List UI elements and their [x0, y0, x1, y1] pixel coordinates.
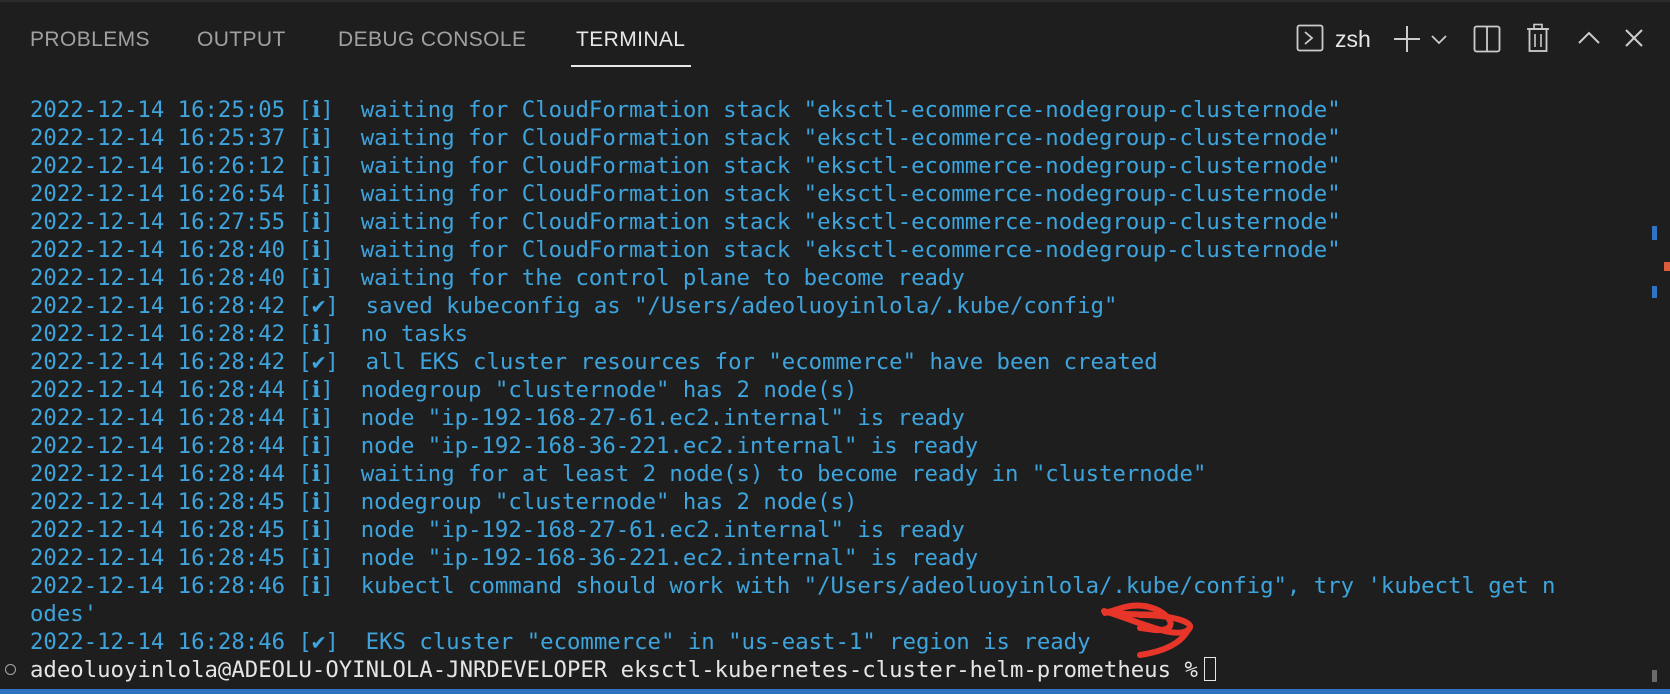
terminal-line: 2022-12-14 16:28:44 [ℹ] nodegroup "clust…	[30, 377, 858, 403]
terminal-line: 2022-12-14 16:28:40 [ℹ] waiting for the …	[30, 265, 965, 291]
terminal-line-continuation: odes'	[30, 601, 98, 627]
tab-terminal[interactable]: TERMINAL	[576, 28, 685, 52]
close-icon[interactable]	[1624, 28, 1644, 48]
terminal-line: 2022-12-14 16:28:42 [✔] all EKS cluster …	[30, 349, 1158, 375]
tab-output[interactable]: OUTPUT	[197, 28, 286, 52]
chevron-up-icon[interactable]	[1578, 31, 1600, 45]
terminal-line: 2022-12-14 16:28:40 [ℹ] waiting for Clou…	[30, 237, 1341, 263]
terminal-line: 2022-12-14 16:25:37 [ℹ] waiting for Clou…	[30, 125, 1341, 151]
status-bar	[0, 689, 1670, 694]
terminal-line: 2022-12-14 16:28:44 [ℹ] waiting for at l…	[30, 461, 1207, 487]
active-tab-indicator	[571, 65, 691, 67]
scrollbar-marker	[1652, 226, 1657, 240]
terminal-line: 2022-12-14 16:25:05 [ℹ] waiting for Clou…	[30, 97, 1341, 123]
terminal-line: 2022-12-14 16:28:44 [ℹ] node "ip-192-168…	[30, 433, 979, 459]
terminal-cursor	[1203, 657, 1216, 681]
terminal-line: 2022-12-14 16:28:42 [✔] saved kubeconfig…	[30, 293, 1118, 319]
terminal-line: 2022-12-14 16:28:42 [ℹ] no tasks	[30, 321, 469, 347]
chevron-down-icon[interactable]	[1431, 34, 1447, 46]
plus-icon[interactable]	[1392, 24, 1422, 54]
terminal-line: 2022-12-14 16:28:44 [ℹ] node "ip-192-168…	[30, 405, 965, 431]
terminal-line: 2022-12-14 16:28:45 [ℹ] node "ip-192-168…	[30, 517, 965, 543]
tab-problems[interactable]: PROBLEMS	[30, 28, 150, 52]
shell-prompt[interactable]: adeoluoyinlola@ADEOLU-OYINLOLA-JNRDEVELO…	[30, 656, 1216, 684]
terminal-line: 2022-12-14 16:28:46 [ℹ] kubectl command …	[30, 573, 1556, 599]
terminal-line: 2022-12-14 16:28:45 [ℹ] node "ip-192-168…	[30, 545, 979, 571]
terminal-line: 2022-12-14 16:27:55 [ℹ] waiting for Clou…	[30, 209, 1341, 235]
scrollbar-marker	[1652, 286, 1657, 298]
shell-label[interactable]: zsh	[1335, 26, 1371, 53]
terminal-icon[interactable]	[1296, 24, 1324, 52]
terminal-line: 2022-12-14 16:28:46 [✔] EKS cluster "eco…	[30, 629, 1091, 655]
panel-tab-bar: PROBLEMS OUTPUT DEBUG CONSOLE TERMINAL z…	[0, 2, 1670, 78]
terminal-line: 2022-12-14 16:26:54 [ℹ] waiting for Clou…	[30, 181, 1341, 207]
tab-debug-console[interactable]: DEBUG CONSOLE	[338, 28, 526, 52]
scrollbar-marker	[1652, 670, 1657, 682]
terminal-output[interactable]: 2022-12-14 16:25:05 [ℹ] waiting for Clou…	[0, 96, 1640, 686]
split-terminal-icon[interactable]	[1473, 25, 1501, 53]
terminal-line: 2022-12-14 16:26:12 [ℹ] waiting for Clou…	[30, 153, 1341, 179]
prompt-status-circle-icon	[5, 664, 16, 675]
prompt-text: adeoluoyinlola@ADEOLU-OYINLOLA-JNRDEVELO…	[30, 657, 1198, 683]
scrollbar-error-marker	[1664, 262, 1670, 271]
terminal-line: 2022-12-14 16:28:45 [ℹ] nodegroup "clust…	[30, 489, 858, 515]
trash-icon[interactable]	[1526, 23, 1550, 53]
